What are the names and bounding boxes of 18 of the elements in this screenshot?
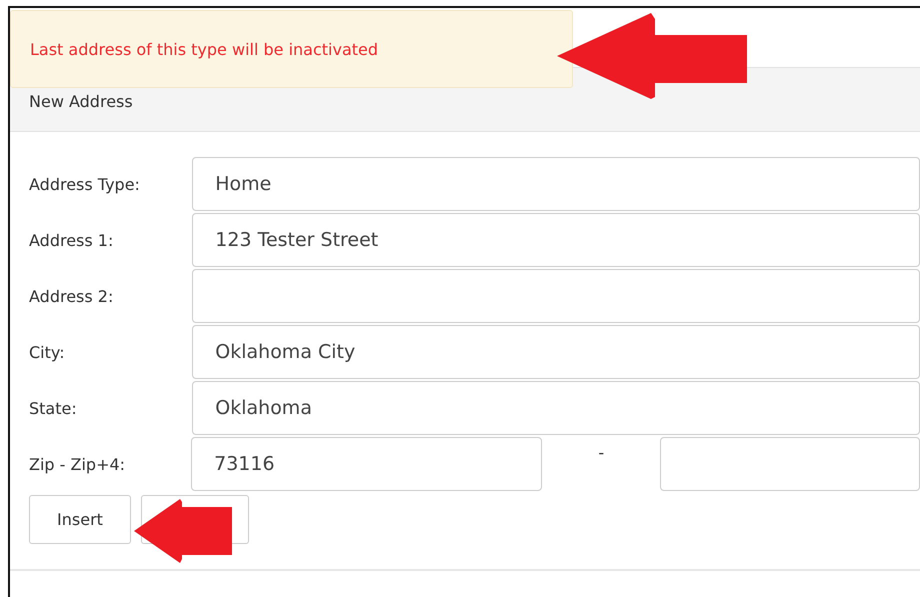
input-field[interactable]: Oklahoma [192, 381, 920, 435]
alert-message: Last address of this type will be inactivated [10, 10, 573, 88]
field-label: Address 1: [29, 230, 114, 250]
separator-text: - [598, 443, 604, 462]
input-field[interactable] [192, 269, 920, 323]
input-field[interactable]: 73116 [191, 437, 542, 491]
input-field[interactable] [660, 437, 920, 491]
field-label: State: [29, 398, 78, 418]
panel-title: New Address [29, 92, 133, 111]
input-field[interactable]: Oklahoma City [192, 325, 920, 379]
field-label: Zip - Zip+4: [29, 454, 126, 474]
insert-button[interactable]: Insert [29, 495, 131, 544]
field-label: Address Type: [29, 174, 141, 194]
field-label: Address 2: [29, 286, 114, 306]
button[interactable] [232, 495, 249, 544]
field-label: City: [29, 342, 66, 362]
input-field[interactable]: Home [192, 157, 920, 211]
input-field[interactable]: 123 Tester Street [192, 213, 920, 267]
